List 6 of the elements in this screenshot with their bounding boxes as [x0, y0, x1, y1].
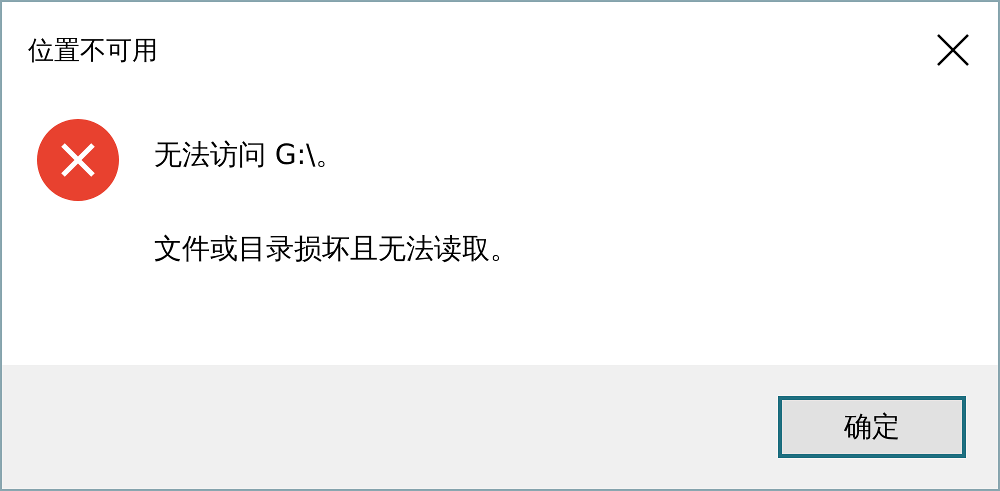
window-title: 位置不可用	[28, 34, 158, 68]
error-icon	[36, 118, 120, 202]
close-icon	[936, 33, 970, 67]
message-text: 无法访问 G:\。	[154, 137, 344, 173]
message-text: 文件或目录损坏且无法读取。	[154, 231, 518, 267]
ok-button[interactable]: 确定	[778, 396, 966, 458]
